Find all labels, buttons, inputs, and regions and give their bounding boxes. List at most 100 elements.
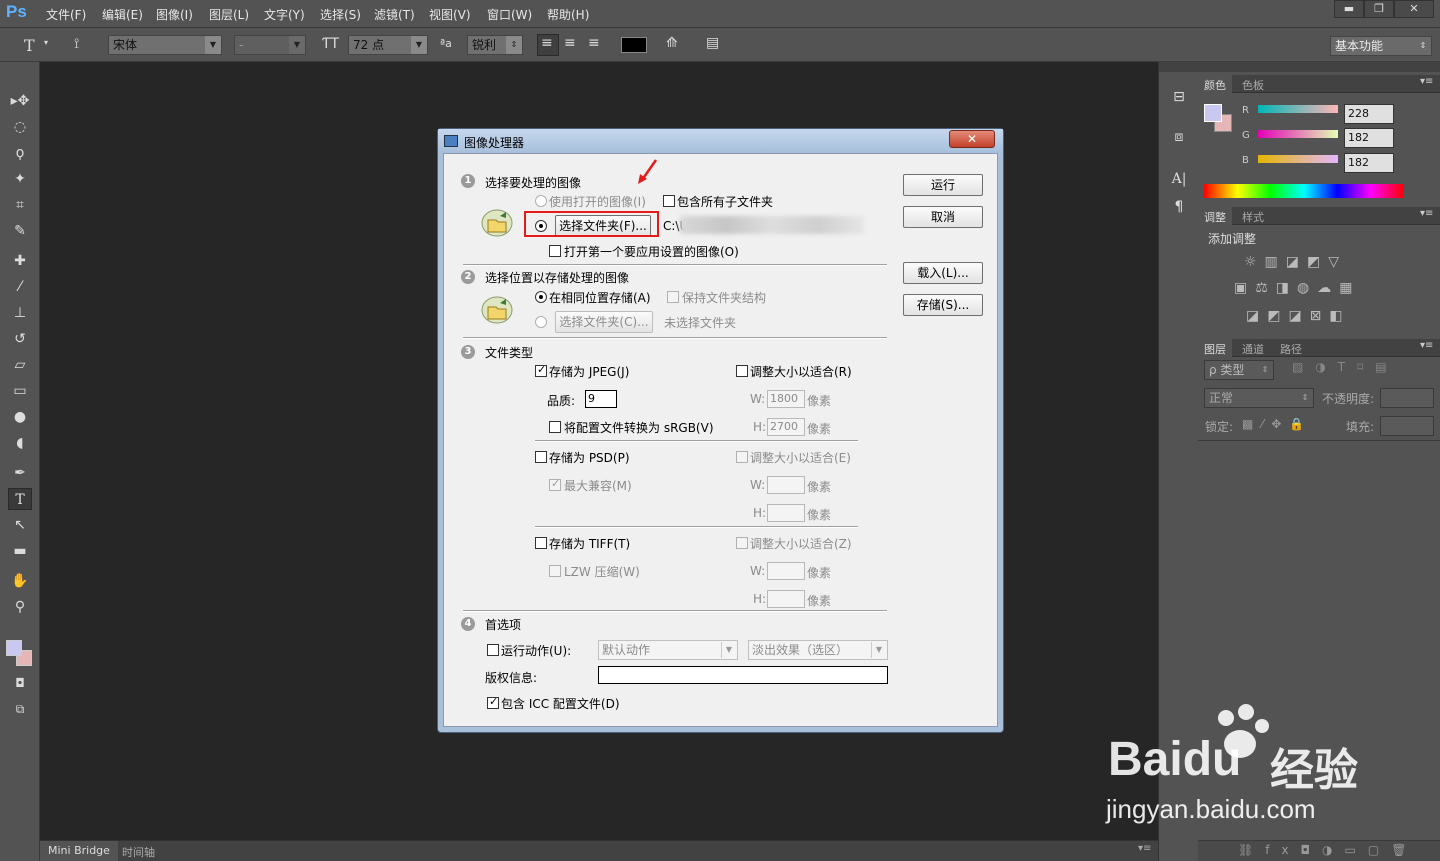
lzw-checkbox[interactable] xyxy=(549,565,561,577)
orientation-icon[interactable]: ⟟ xyxy=(74,36,79,52)
path-selection-icon[interactable]: ↖ xyxy=(8,514,32,536)
lock-icons[interactable]: ▩⁄✥🔒 xyxy=(1242,417,1312,431)
tab-mini-bridge[interactable]: Mini Bridge xyxy=(40,841,118,861)
antialias-select[interactable]: 锐利 ⇕ xyxy=(467,35,523,55)
g-slider[interactable] xyxy=(1258,130,1338,138)
menu-type[interactable]: 文字(Y) xyxy=(264,6,305,23)
psd-height-input[interactable] xyxy=(767,504,805,522)
run-action-checkbox[interactable] xyxy=(487,644,499,656)
tab-timeline[interactable]: 时间轴 xyxy=(116,841,161,861)
layer-kind-filter[interactable]: ρ 类型 ⇕ xyxy=(1204,360,1274,380)
crop-tool-icon[interactable]: ⌗ xyxy=(8,194,32,216)
save-jpeg-checkbox[interactable] xyxy=(535,363,547,377)
character-panel-icon[interactable]: A| xyxy=(1167,168,1191,190)
tab-layers[interactable]: 图层 xyxy=(1198,339,1232,359)
blur-tool-icon[interactable]: ● xyxy=(8,406,32,428)
character-panel-icon[interactable]: ▤ xyxy=(706,35,719,51)
b-value[interactable]: 182 xyxy=(1344,153,1394,173)
move-tool-icon[interactable]: ▸✥ xyxy=(8,90,32,112)
run-button[interactable]: 运行 xyxy=(903,174,983,196)
type-tool-icon[interactable]: T xyxy=(24,36,35,55)
font-size-select[interactable]: 72 点 ▼ xyxy=(348,35,428,55)
history-panel-icon[interactable]: ⊟ xyxy=(1167,86,1191,108)
tiff-height-input[interactable] xyxy=(767,590,805,608)
lasso-tool-icon[interactable]: ϙ xyxy=(8,142,32,164)
marquee-tool-icon[interactable]: ◌ xyxy=(8,116,32,138)
adjustment-icons-row3[interactable]: ◪◩◪⊠◧ xyxy=(1246,308,1396,324)
magic-wand-icon[interactable]: ✦ xyxy=(8,168,32,190)
cancel-button[interactable]: 取消 xyxy=(903,206,983,228)
layer-filter-icons[interactable]: ▨◑T⌑▤ xyxy=(1292,360,1399,374)
copyright-input[interactable] xyxy=(598,666,888,684)
opacity-input[interactable] xyxy=(1380,388,1434,408)
healing-brush-icon[interactable]: ✚ xyxy=(8,250,32,272)
select-dest-folder-radio[interactable] xyxy=(535,316,547,328)
convert-srgb-checkbox[interactable] xyxy=(549,421,561,433)
open-first-image-checkbox[interactable] xyxy=(549,245,561,257)
b-slider[interactable] xyxy=(1258,155,1338,163)
dodge-tool-icon[interactable]: ◖ xyxy=(8,432,32,454)
load-button[interactable]: 载入(L)... xyxy=(903,262,983,284)
max-compat-checkbox[interactable] xyxy=(549,477,561,491)
tab-paths[interactable]: 路径 xyxy=(1274,339,1308,359)
layer-action-icons[interactable]: ⛓fx◘◑▭▢🗑 xyxy=(1238,843,1418,857)
eraser-tool-icon[interactable]: ▱ xyxy=(8,354,32,376)
tab-styles[interactable]: 样式 xyxy=(1236,207,1270,227)
align-center-icon[interactable]: ≡ xyxy=(564,35,576,51)
text-color-swatch[interactable] xyxy=(621,37,647,53)
color-spectrum[interactable] xyxy=(1204,184,1404,198)
action-select[interactable]: 淡出效果（选区） ▼ xyxy=(748,640,888,660)
tiff-width-input[interactable] xyxy=(767,562,805,580)
menu-edit[interactable]: 编辑(E) xyxy=(102,6,143,23)
save-psd-checkbox[interactable] xyxy=(535,451,547,463)
maximize-button[interactable]: ❐ xyxy=(1364,0,1394,18)
rectangle-tool-icon[interactable]: ▬ xyxy=(8,540,32,562)
blend-mode-select[interactable]: 正常 ⇕ xyxy=(1204,388,1314,408)
panel-menu-icon[interactable]: ▾≡ xyxy=(1138,843,1151,854)
resize-jpeg-checkbox[interactable] xyxy=(736,365,748,377)
paragraph-panel-icon[interactable]: ¶ xyxy=(1167,196,1191,218)
chevron-down-icon[interactable]: ▾ xyxy=(44,38,48,47)
use-open-images-radio[interactable] xyxy=(535,195,547,207)
save-same-location-radio[interactable] xyxy=(535,291,547,303)
menu-file[interactable]: 文件(F) xyxy=(46,6,86,23)
workspace-select[interactable]: 基本功能 ⇕ xyxy=(1330,36,1432,56)
close-icon[interactable]: ✕ xyxy=(949,130,995,148)
keep-folder-structure-checkbox[interactable] xyxy=(667,291,679,303)
close-window-button[interactable]: ✕ xyxy=(1394,0,1434,18)
hand-tool-icon[interactable]: ✋ xyxy=(8,570,32,592)
tab-swatches[interactable]: 色板 xyxy=(1236,75,1270,95)
panel-menu-icon[interactable]: ▾≡ xyxy=(1420,208,1433,219)
quick-mask-icon[interactable]: ◘ xyxy=(8,672,32,694)
menu-select[interactable]: 选择(S) xyxy=(320,6,361,23)
tab-adjustments[interactable]: 调整 xyxy=(1198,207,1232,227)
properties-panel-icon[interactable]: ⧈ xyxy=(1167,126,1191,148)
font-family-select[interactable]: 宋体 ▼ xyxy=(108,35,222,55)
warp-text-icon[interactable]: ⟰ xyxy=(666,35,678,51)
menu-filter[interactable]: 滤镜(T) xyxy=(374,6,415,23)
menu-view[interactable]: 视图(V) xyxy=(429,6,471,23)
r-value[interactable]: 228 xyxy=(1344,104,1394,124)
history-brush-icon[interactable]: ↺ xyxy=(8,328,32,350)
include-icc-checkbox[interactable] xyxy=(487,695,499,709)
menu-window[interactable]: 窗口(W) xyxy=(487,6,532,23)
jpeg-height-input[interactable]: 2700 xyxy=(767,418,805,436)
jpeg-width-input[interactable]: 1800 xyxy=(767,390,805,408)
fill-input[interactable] xyxy=(1380,416,1434,436)
save-settings-button[interactable]: 存储(S)... xyxy=(903,294,983,316)
psd-width-input[interactable] xyxy=(767,476,805,494)
screen-mode-icon[interactable]: ⧉ xyxy=(8,698,32,720)
resize-psd-checkbox[interactable] xyxy=(736,451,748,463)
menu-help[interactable]: 帮助(H) xyxy=(547,6,589,23)
pen-tool-icon[interactable]: ✒ xyxy=(8,462,32,484)
menu-layer[interactable]: 图层(L) xyxy=(209,6,249,23)
gradient-tool-icon[interactable]: ▭ xyxy=(8,380,32,402)
foreground-color-swatch[interactable] xyxy=(6,640,22,656)
g-value[interactable]: 182 xyxy=(1344,128,1394,148)
include-subfolders-checkbox[interactable] xyxy=(663,195,675,207)
font-style-select[interactable]: - ▼ xyxy=(234,35,306,55)
resize-tiff-checkbox[interactable] xyxy=(736,537,748,549)
eyedropper-icon[interactable]: ✎ xyxy=(8,220,32,242)
adjustment-icons-row1[interactable]: ☼▥◪◩▽ xyxy=(1244,254,1394,270)
r-slider[interactable] xyxy=(1258,105,1338,113)
